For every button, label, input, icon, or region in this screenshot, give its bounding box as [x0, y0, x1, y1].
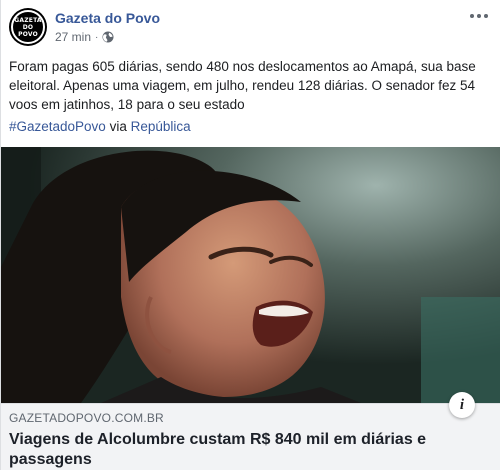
avatar-text-line2: DO POVO [18, 23, 38, 38]
avatar-logo: GAZETA DO POVO [11, 10, 45, 44]
more-dot [470, 14, 474, 18]
post-header: GAZETA DO POVO Gazeta do Povo 27 min · [1, 0, 500, 50]
facebook-post: GAZETA DO POVO Gazeta do Povo 27 min · F… [0, 0, 500, 470]
avatar-text-line1: GAZETA [14, 16, 42, 24]
post-meta: 27 min · [55, 30, 114, 44]
globe-icon[interactable] [102, 31, 114, 43]
link-domain: GAZETADOPOVO.COM.BR [9, 411, 164, 425]
post-timestamp[interactable]: 27 min [55, 30, 91, 44]
via-link[interactable]: República [131, 119, 191, 134]
link-title[interactable]: Viagens de Alcolumbre custam R$ 840 mil … [9, 430, 449, 470]
hashtag-link[interactable]: #GazetadoPovo [9, 119, 106, 134]
more-options-icon[interactable] [467, 6, 491, 26]
link-preview-image[interactable] [1, 147, 500, 403]
more-dot [477, 14, 481, 18]
post-tags: #GazetadoPovo via República [9, 117, 191, 136]
post-text: Foram pagas 605 diárias, sendo 480 nos d… [9, 59, 476, 112]
via-label: via [109, 119, 127, 134]
avatar[interactable]: GAZETA DO POVO [9, 8, 47, 46]
meta-separator: · [95, 31, 99, 43]
info-icon[interactable]: i [449, 392, 475, 418]
link-preview-caption[interactable]: GAZETADOPOVO.COM.BR Viagens de Alcolumbr… [1, 392, 500, 470]
more-dot [484, 14, 488, 18]
page-name-link[interactable]: Gazeta do Povo [55, 10, 160, 26]
